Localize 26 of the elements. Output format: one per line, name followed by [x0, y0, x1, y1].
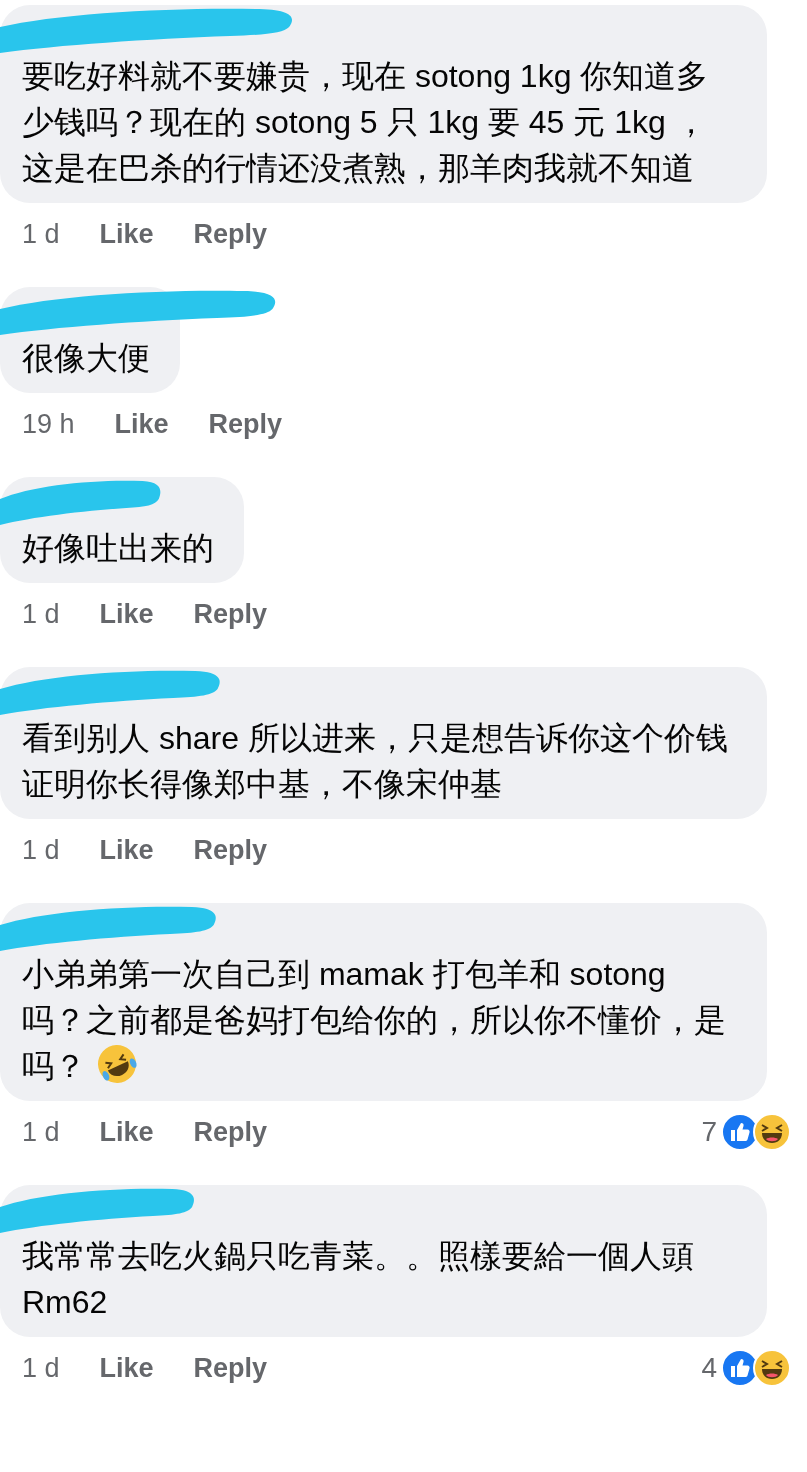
- reply-link[interactable]: Reply: [193, 218, 268, 250]
- comment-text: 看到别人 share 所以进来，只是想告诉你这个价钱证明你长得像郑中基，不像宋仲基: [0, 667, 767, 819]
- comment-text: 我常常去吃火鍋只吃青菜。。照樣要給一個人頭 Rm62: [0, 1185, 767, 1337]
- reply-link[interactable]: Reply: [193, 598, 268, 630]
- comment-text: 要吃好料就不要嫌贵，现在 sotong 1kg 你知道多少钱吗？现在的 sotong 5 只 1kg 要 45 元 1kg ，这是在巴杀的行情还没煮熟，那羊肉我就不知道: [0, 5, 767, 203]
- like-link[interactable]: Like: [99, 1352, 154, 1384]
- comment-text: 小弟弟第一次自己到 mamak 打包羊和 sotong 吗？之前都是爸妈打包给你的，所以你不懂价，是吗？: [0, 903, 767, 1101]
- comment-time: 19 h: [22, 408, 75, 440]
- reply-link[interactable]: Reply: [208, 408, 283, 440]
- laughing-reaction-icon: [753, 1349, 791, 1387]
- like-link[interactable]: Like: [99, 1116, 154, 1148]
- laughing-reaction-icon: [753, 1113, 791, 1151]
- comment-time: 1 d: [22, 598, 60, 630]
- reply-link[interactable]: Reply: [193, 834, 268, 866]
- reply-link[interactable]: Reply: [193, 1116, 268, 1148]
- like-link[interactable]: Like: [99, 598, 154, 630]
- reply-link[interactable]: Reply: [193, 1352, 268, 1384]
- like-link[interactable]: Like: [99, 834, 154, 866]
- reaction-count: 7: [701, 1116, 717, 1148]
- comment-time: 1 d: [22, 218, 60, 250]
- comment-time: 1 d: [22, 834, 60, 866]
- like-link[interactable]: Like: [99, 218, 154, 250]
- comment-time: 1 d: [22, 1352, 60, 1384]
- like-link[interactable]: Like: [114, 408, 169, 440]
- comment-time: 1 d: [22, 1116, 60, 1148]
- reaction-count: 4: [701, 1352, 717, 1384]
